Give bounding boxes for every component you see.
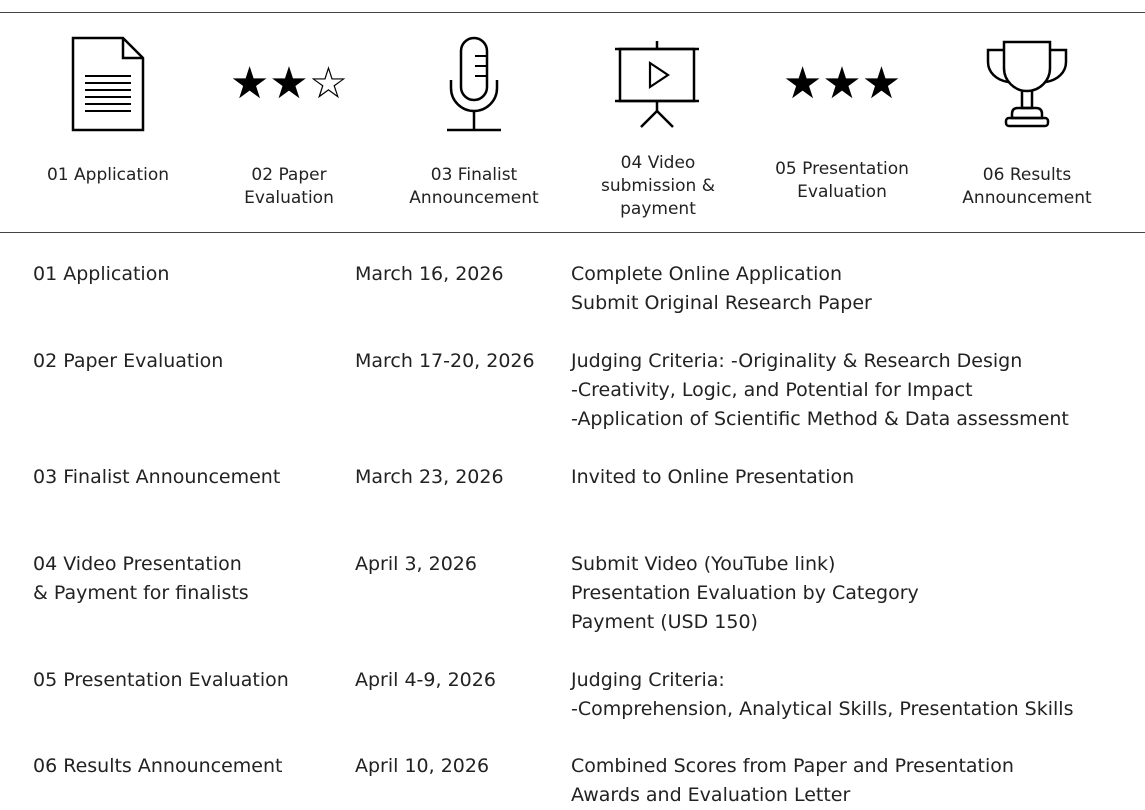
microphone-icon (384, 30, 564, 138)
step-label: 05 Presentation Evaluation (775, 159, 909, 202)
stage-name: 04 Video Presentation & Payment for fina… (33, 553, 249, 604)
stage-details: Combined Scores from Paper and Presentat… (571, 755, 1014, 806)
stage-name: 05 Presentation Evaluation (33, 669, 289, 691)
stage-date: April 4-9, 2026 (355, 669, 496, 691)
stage-name: 03 Finalist Announcement (33, 466, 281, 488)
stage-date: March 23, 2026 (355, 466, 504, 488)
stage-details: Invited to Online Presentation (571, 466, 855, 488)
stage-details: Judging Criteria: -Comprehension, Analyt… (571, 669, 1074, 720)
step-label: 01 Application (46, 165, 170, 185)
stage-name: 01 Application (33, 263, 170, 285)
stage-details: Judging Criteria: -Originality & Researc… (571, 350, 1069, 430)
stage-details: Submit Video (YouTube link) Presentation… (571, 553, 919, 633)
stage-date: March 16, 2026 (355, 263, 504, 285)
step-results-announcement: 06 Results Announcement (937, 30, 1117, 210)
stage-details: Complete Online Application Submit Origi… (571, 263, 872, 314)
stage-date: March 17-20, 2026 (355, 350, 535, 372)
two-stars-icon: ★★☆ (229, 58, 349, 109)
document-icon (18, 30, 198, 138)
step-paper-evaluation: ★★☆ 02 Paper Evaluation (199, 30, 379, 210)
presentation-screen-icon (568, 30, 748, 138)
step-label: 06 Results Announcement (962, 165, 1092, 208)
stage-name: 06 Results Announcement (33, 755, 283, 777)
step-application: 01 Application (18, 30, 198, 187)
step-label: 03 Finalist Announcement (409, 165, 539, 208)
step-presentation-evaluation: ★★★ 05 Presentation Evaluation (752, 30, 932, 204)
step-finalist-announcement: 03 Finalist Announcement (384, 30, 564, 210)
step-label: 04 Video submission & payment (601, 153, 715, 219)
stage-date: April 3, 2026 (355, 553, 477, 575)
step-label: 02 Paper Evaluation (244, 165, 334, 208)
trophy-icon (937, 30, 1117, 138)
stage-date: April 10, 2026 (355, 755, 490, 777)
step-video-submission: 04 Video submission & payment (568, 30, 748, 221)
stage-name: 02 Paper Evaluation (33, 350, 224, 372)
section-divider (0, 232, 1145, 233)
top-divider (0, 12, 1145, 13)
three-stars-icon: ★★★ (782, 58, 902, 109)
